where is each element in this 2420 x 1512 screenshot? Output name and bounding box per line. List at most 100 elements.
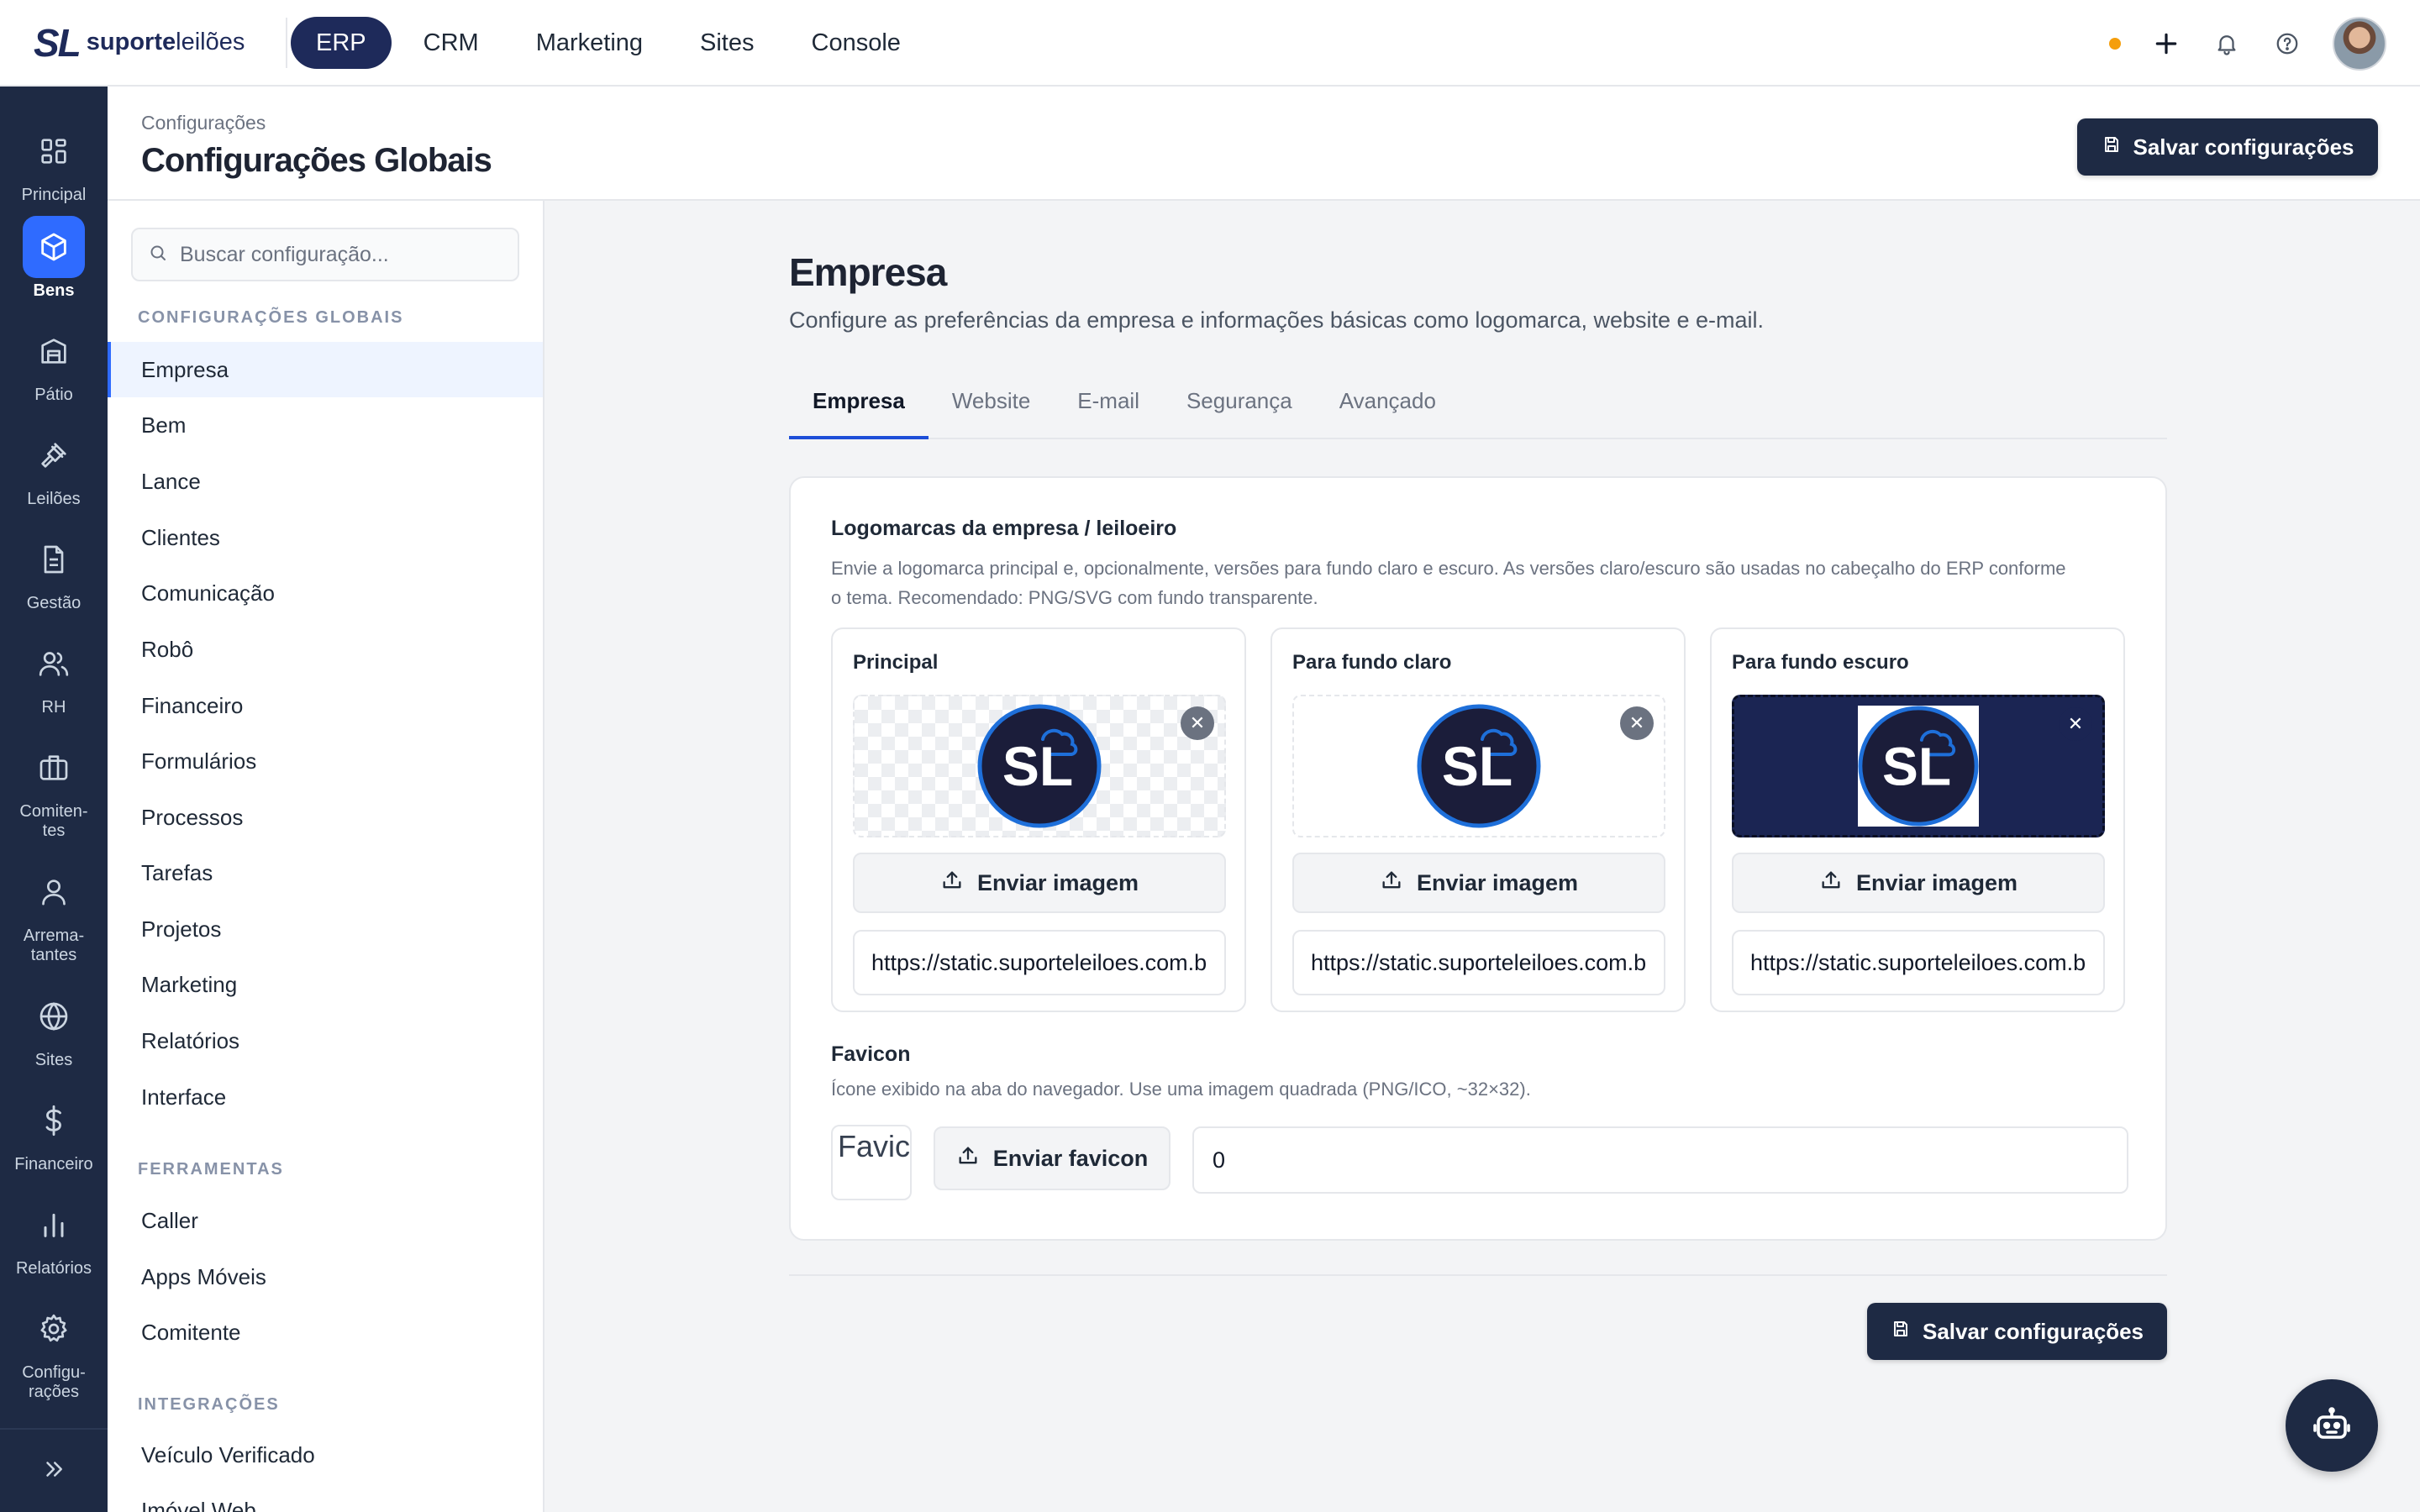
grid-icon: [23, 120, 85, 182]
settings-item-financeiro[interactable]: Financeiro: [108, 678, 543, 733]
upload-icon: [1380, 869, 1403, 898]
rail-item-sites[interactable]: Sites: [0, 985, 108, 1070]
topnav-sites[interactable]: Sites: [675, 17, 779, 69]
rail-item-arrematantes[interactable]: Arrema- tantes: [0, 861, 108, 965]
settings-item-comunicacao[interactable]: Comunicação: [108, 565, 543, 621]
favicon-url-input[interactable]: [1192, 1126, 2128, 1194]
settings-item-caller[interactable]: Caller: [108, 1193, 543, 1248]
upload-image-button[interactable]: Enviar imagem: [853, 853, 1226, 913]
favicon-preview: Favicon: [831, 1125, 912, 1200]
logo-url-input[interactable]: [1292, 930, 1665, 995]
logo-box-light: Para fundo claro SL ✕ Enviar imagem: [1270, 627, 1686, 1012]
settings-item-formularios[interactable]: Formulários: [108, 733, 543, 789]
brand-logo[interactable]: SL suporteleilões: [34, 20, 286, 66]
sl-logo-image: SL: [977, 704, 1102, 828]
svg-text:SL: SL: [1442, 735, 1512, 797]
logo-url-input[interactable]: [1732, 930, 2105, 995]
rail-item-rh[interactable]: RH: [0, 633, 108, 717]
rail-expand-button[interactable]: [0, 1428, 108, 1512]
settings-item-robo[interactable]: Robô: [108, 622, 543, 677]
breadcrumb[interactable]: Configurações: [141, 112, 266, 134]
rail-item-gestao[interactable]: Gestão: [0, 528, 108, 613]
settings-item-bem[interactable]: Bem: [108, 397, 543, 453]
topnav-console[interactable]: Console: [786, 17, 926, 69]
settings-search[interactable]: [131, 228, 519, 281]
rail-item-principal[interactable]: Principal: [0, 120, 108, 205]
rail-item-leiloes[interactable]: Leilões: [0, 424, 108, 509]
rail-item-patio[interactable]: Pátio: [0, 320, 108, 405]
tab-avancado[interactable]: Avançado: [1316, 362, 1460, 439]
help-icon[interactable]: [2272, 29, 2302, 59]
page-title: Configurações Globais: [141, 142, 492, 179]
save-settings-button-top[interactable]: Salvar configurações: [2077, 118, 2378, 176]
section-heading-ferramentas: FERRAMENTAS: [138, 1160, 284, 1179]
favicon-description: Ícone exibido na aba do navegador. Use u…: [831, 1079, 1531, 1100]
settings-item-marketing[interactable]: Marketing: [108, 957, 543, 1012]
document-icon: [23, 528, 85, 591]
rail-item-bens[interactable]: Bens: [0, 216, 108, 301]
gear-icon: [23, 1298, 85, 1360]
settings-content: Empresa Configure as preferências da emp…: [544, 201, 2420, 1512]
rail-item-relatorios[interactable]: Relatórios: [0, 1194, 108, 1278]
favicon-title: Favicon: [831, 1042, 911, 1066]
dollar-icon: [23, 1089, 85, 1152]
tab-seguranca[interactable]: Segurança: [1163, 362, 1316, 439]
rail-item-comitentes[interactable]: Comiten- tes: [0, 737, 108, 841]
settings-item-apps-moveis[interactable]: Apps Móveis: [108, 1249, 543, 1305]
settings-item-interface[interactable]: Interface: [108, 1069, 543, 1125]
content-divider: [789, 1274, 2167, 1276]
settings-item-imovel-web[interactable]: Imóvel Web: [108, 1483, 543, 1512]
upload-icon: [1819, 869, 1843, 898]
remove-logo-button[interactable]: ✕: [1181, 706, 1214, 740]
settings-item-clientes[interactable]: Clientes: [108, 510, 543, 565]
logo-image-frame: SL: [1858, 706, 1979, 827]
topnav-marketing[interactable]: Marketing: [511, 17, 668, 69]
upload-icon: [956, 1144, 980, 1173]
sl-logo-image: SL: [1858, 706, 1979, 827]
settings-item-processos[interactable]: Processos: [108, 790, 543, 845]
upload-image-button[interactable]: Enviar imagem: [1732, 853, 2105, 913]
settings-item-veiculo-verificado[interactable]: Veículo Verificado: [108, 1427, 543, 1483]
upload-icon: [940, 869, 964, 898]
briefcase-icon: [23, 737, 85, 799]
tab-website[interactable]: Website: [929, 362, 1054, 439]
app-rail: Principal Bens Pátio Leilões Gestão RH C…: [0, 87, 108, 1512]
topnav-crm[interactable]: CRM: [398, 17, 504, 69]
settings-search-input[interactable]: [180, 242, 499, 267]
logo-preview-light: SL ✕: [1292, 695, 1665, 837]
upload-image-button[interactable]: Enviar imagem: [1292, 853, 1665, 913]
tab-email[interactable]: E-mail: [1054, 362, 1163, 439]
settings-item-comitente[interactable]: Comitente: [108, 1305, 543, 1360]
rail-item-financeiro[interactable]: Financeiro: [0, 1089, 108, 1174]
top-bar: SL suporteleilões ERP CRM Marketing Site…: [0, 0, 2420, 87]
logo-box-title: Principal: [853, 651, 939, 674]
brand-name: suporteleilões: [86, 29, 245, 55]
logo-url-input[interactable]: [853, 930, 1226, 995]
settings-item-lance[interactable]: Lance: [108, 454, 543, 509]
settings-item-relatorios[interactable]: Relatórios: [108, 1013, 543, 1068]
bar-chart-icon: [23, 1194, 85, 1256]
tab-empresa[interactable]: Empresa: [789, 362, 929, 439]
rail-item-configuracoes[interactable]: Configu- rações: [0, 1298, 108, 1402]
remove-logo-button[interactable]: ✕: [2059, 707, 2092, 741]
plus-icon[interactable]: [2151, 29, 2181, 59]
logo-box-dark: Para fundo escuro SL ✕ Enviar imagem: [1710, 627, 2125, 1012]
svg-text:SL: SL: [1882, 736, 1951, 796]
box-icon: [23, 216, 85, 278]
settings-item-tarefas[interactable]: Tarefas: [108, 845, 543, 900]
assistant-fab[interactable]: [2286, 1379, 2378, 1472]
bell-icon[interactable]: [2212, 29, 2242, 59]
settings-item-empresa[interactable]: Empresa: [108, 342, 543, 397]
logos-card: Logomarcas da empresa / leiloeiro Envie …: [789, 476, 2167, 1241]
search-icon: [148, 243, 168, 267]
topnav-erp[interactable]: ERP: [291, 16, 392, 69]
settings-item-projetos[interactable]: Projetos: [108, 901, 543, 957]
upload-favicon-button[interactable]: Enviar favicon: [934, 1126, 1171, 1190]
save-settings-button-bottom[interactable]: Salvar configurações: [1867, 1303, 2167, 1360]
section-heading-integracoes: INTEGRAÇÕES: [138, 1395, 280, 1414]
remove-logo-button[interactable]: ✕: [1620, 706, 1654, 740]
top-nav: ERP CRM Marketing Sites Console: [291, 16, 926, 69]
user-avatar[interactable]: [2333, 17, 2386, 71]
top-actions: [2109, 17, 2386, 71]
sl-logo-image: SL: [1417, 704, 1541, 828]
